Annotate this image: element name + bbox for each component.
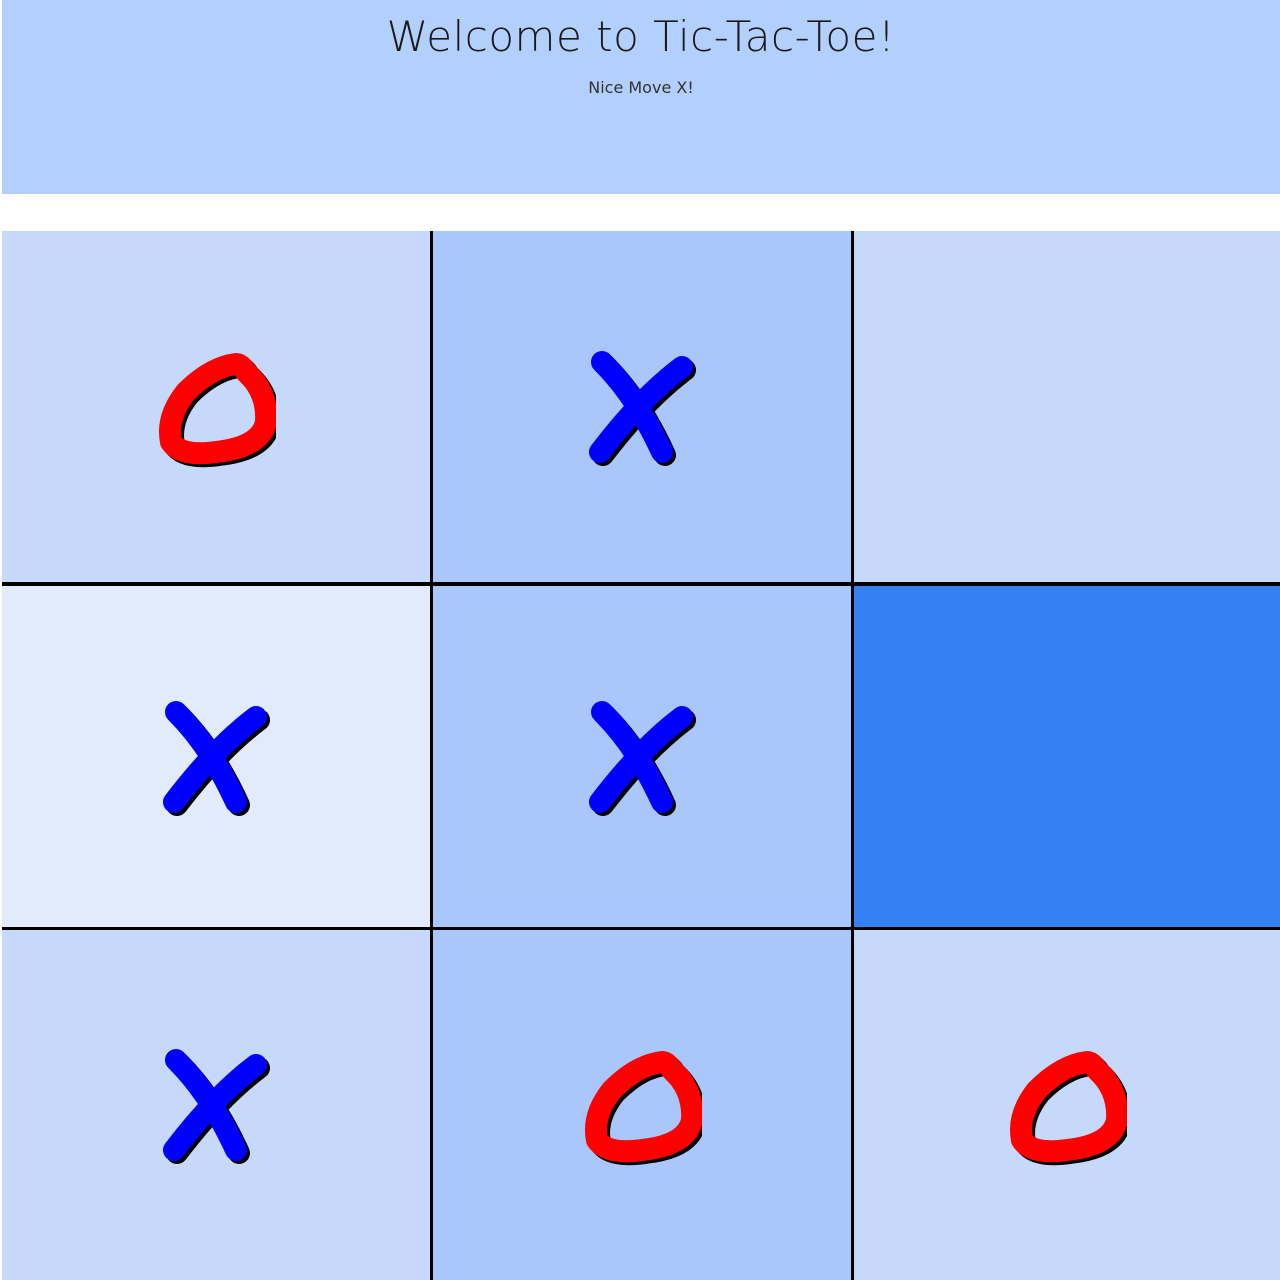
o-mark-icon [159,352,276,467]
o-mark-icon [1010,1051,1127,1166]
board-cell-r2-c2[interactable] [433,586,851,927]
board-cell-r1-c2[interactable] [433,231,851,582]
board-cell-r2-c1[interactable] [2,586,430,927]
board-cell-r3-c2[interactable] [433,930,851,1280]
board-cell-r2-c3[interactable] [854,586,1280,927]
game-board [2,231,1280,1280]
board-cell-r3-c3[interactable] [854,930,1280,1280]
status-message: Nice Move X! [588,78,694,97]
header: Welcome to Tic-Tac-Toe! Nice Move X! [2,0,1280,194]
x-mark-icon [163,700,270,816]
x-mark-icon [589,350,696,466]
board-cell-r1-c3[interactable] [854,231,1280,582]
board-cell-r1-c1[interactable] [2,231,430,582]
board-cell-r3-c1[interactable] [2,930,430,1280]
x-mark-icon [589,700,696,816]
o-mark-icon [585,1051,702,1166]
page-title: Welcome to Tic-Tac-Toe! [386,12,896,61]
x-mark-icon [163,1049,270,1164]
